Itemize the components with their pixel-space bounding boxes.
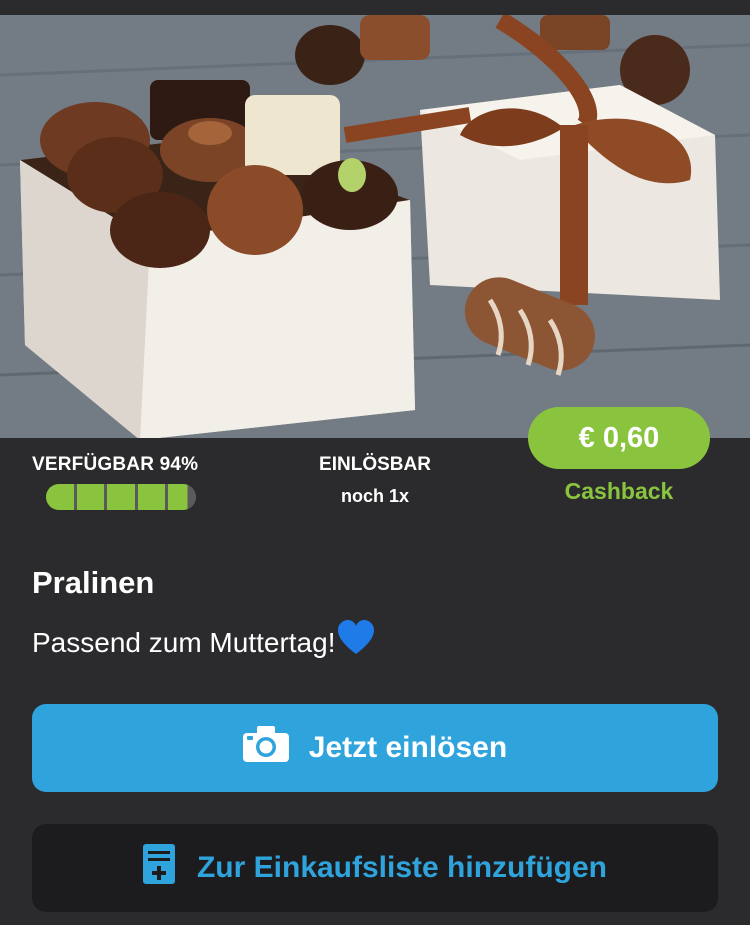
- redeemable-count: noch 1x: [340, 486, 410, 506]
- redeemable-title: EINLÖSBAR: [319, 454, 431, 475]
- progress-segment: [137, 484, 166, 510]
- shopping-list-add-icon: [142, 844, 175, 892]
- add-to-list-label: Zur Einkaufsliste hinzufügen: [196, 851, 608, 884]
- top-bar: [0, 0, 750, 15]
- cashback-label: Cashback: [564, 478, 674, 504]
- offer-title: Pralinen: [32, 565, 155, 600]
- redeem-button-label: Jetzt einlösen: [308, 731, 508, 764]
- product-image: [0, 15, 750, 438]
- availability-progress-bar: [46, 484, 196, 510]
- add-to-shopping-list-button[interactable]: Zur Einkaufsliste hinzufügen: [32, 824, 718, 912]
- redeem-button[interactable]: Jetzt einlösen: [32, 704, 718, 792]
- description-text: Passend zum Muttertag!: [32, 627, 336, 658]
- blue-heart-icon: [337, 620, 375, 663]
- availability-label: VERFÜGBAR 94%: [32, 454, 199, 475]
- progress-segment: [107, 484, 135, 510]
- progress-segment: [76, 484, 105, 510]
- offer-description: Passend zum Muttertag!: [32, 620, 375, 663]
- price-value: € 0,60: [578, 421, 660, 454]
- progress-segment: [168, 484, 196, 510]
- camera-icon: [242, 726, 289, 770]
- progress-segment: [46, 484, 74, 510]
- cashback-price-badge: € 0,60: [528, 407, 710, 469]
